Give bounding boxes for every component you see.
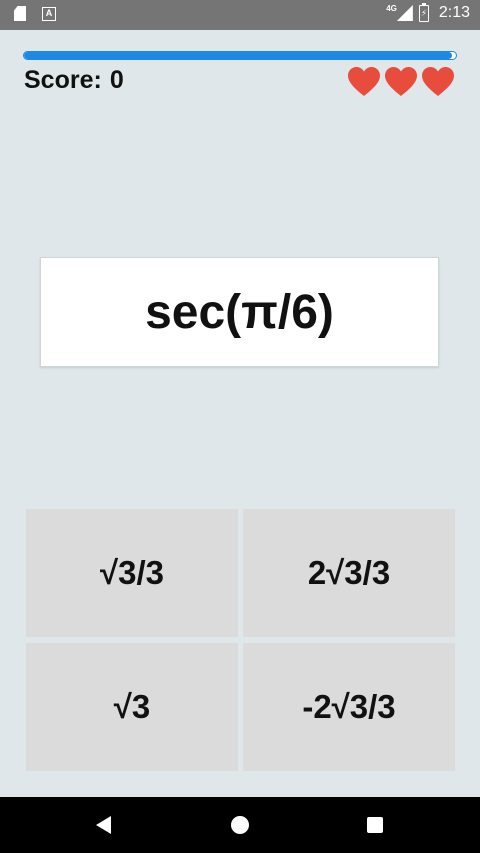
score-display: Score: 0 bbox=[24, 66, 124, 95]
score-value: 0 bbox=[109, 66, 124, 94]
home-icon[interactable] bbox=[231, 816, 249, 834]
heart-icon bbox=[385, 67, 417, 96]
answer-button-1[interactable]: √3/3 bbox=[26, 509, 238, 637]
text-a-icon: A bbox=[42, 6, 56, 21]
notification-icons: A bbox=[14, 6, 56, 21]
system-icons: 4G ⚡ 2:13 bbox=[386, 2, 470, 22]
navigation-bar bbox=[0, 797, 480, 853]
back-icon[interactable] bbox=[96, 816, 111, 834]
heart-icon bbox=[422, 67, 454, 96]
quiz-screen: A 4G ⚡ 2:13 Score: 0 sec(π/6) √3/3 2√3/3… bbox=[0, 0, 480, 853]
answer-button-2[interactable]: 2√3/3 bbox=[243, 509, 455, 637]
score-label: Score: bbox=[24, 66, 102, 94]
heart-icon bbox=[348, 67, 380, 96]
lives-indicator bbox=[348, 67, 454, 97]
answer-grid: √3/3 2√3/3 √3 -2√3/3 bbox=[26, 509, 455, 771]
status-time: 2:13 bbox=[438, 4, 470, 21]
question-card: sec(π/6) bbox=[40, 257, 439, 367]
status-bar: A 4G ⚡ 2:13 bbox=[0, 0, 480, 30]
network-type-label: 4G bbox=[386, 3, 397, 13]
question-text: sec(π/6) bbox=[145, 285, 334, 339]
time-progress-fill bbox=[24, 52, 452, 59]
time-progress-bar bbox=[23, 51, 457, 60]
sd-card-icon bbox=[14, 6, 26, 21]
signal-icon bbox=[396, 5, 413, 21]
answer-button-3[interactable]: √3 bbox=[26, 643, 238, 771]
battery-icon: ⚡ bbox=[418, 2, 429, 22]
recents-icon[interactable] bbox=[367, 817, 383, 833]
answer-button-4[interactable]: -2√3/3 bbox=[243, 643, 455, 771]
